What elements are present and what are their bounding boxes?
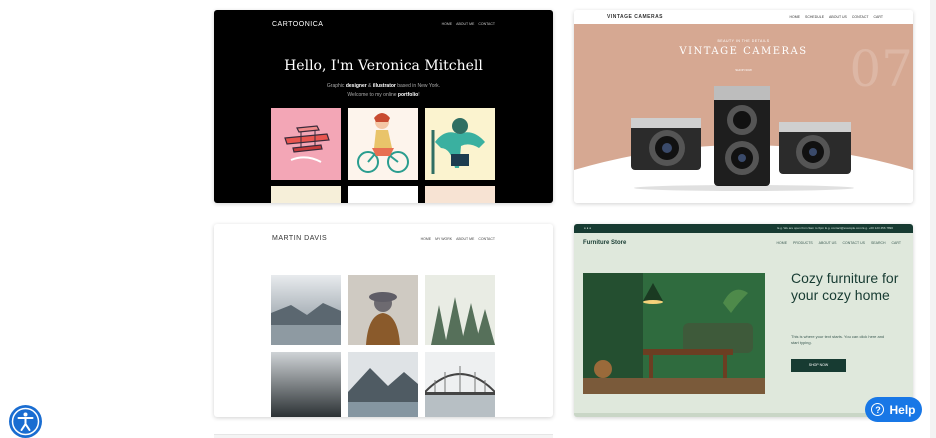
template-card-furniture-store[interactable]: ● ● ● E.g. We are open from 9am to 6pm E… bbox=[574, 224, 913, 417]
template-card-cartoonica[interactable]: CARTOONICA HOME ABOUT ME CONTACT Hello, … bbox=[214, 10, 553, 203]
bridge-photo bbox=[425, 352, 495, 417]
vintage-cameras-image bbox=[631, 86, 854, 191]
template-logo: MARTIN DAVIS bbox=[272, 235, 328, 242]
template-footer bbox=[574, 413, 913, 417]
template-logo: CARTOONICA bbox=[272, 21, 324, 28]
template-gallery: CARTOONICA HOME ABOUT ME CONTACT Hello, … bbox=[0, 0, 936, 438]
shop-now-button: SHOP NOW bbox=[791, 359, 846, 372]
dark-sea-photo bbox=[271, 352, 341, 417]
illustration-thumbnail bbox=[425, 186, 495, 203]
nav-item: HOME bbox=[789, 15, 800, 19]
template-logo: VINTAGE CAMERAS bbox=[607, 14, 664, 20]
nav-item: ABOUT US bbox=[818, 241, 837, 245]
template-tagline: Graphic designer & illustrator based in … bbox=[326, 83, 441, 89]
nav-item: HOME bbox=[441, 22, 453, 26]
template-card-vintage-cameras[interactable]: VINTAGE CAMERAS HOME SCHEDULE ABOUT US C… bbox=[574, 10, 913, 203]
nav-item: MY WORK bbox=[435, 237, 453, 241]
nav-item: PRODUCTS bbox=[793, 241, 813, 245]
help-button[interactable]: ? Help bbox=[865, 397, 922, 422]
shop-now-link: SHOP NOW bbox=[735, 68, 752, 72]
template-tagline: Welcome to my online portfolio! bbox=[347, 92, 420, 98]
template-card-next[interactable] bbox=[214, 434, 553, 438]
template-logo: Furniture Store bbox=[583, 240, 627, 246]
hero-title: VINTAGE CAMERAS bbox=[679, 46, 808, 57]
template-nav: HOME MY WORK ABOUT ME CONTACT bbox=[421, 237, 495, 241]
nav-item: CART bbox=[873, 15, 883, 19]
accessibility-icon bbox=[11, 407, 40, 436]
template-nav: HOME PRODUCTS ABOUT US CONTACT US SEARCH… bbox=[777, 241, 901, 245]
forest-fog-photo bbox=[425, 275, 495, 345]
nav-item: HOME bbox=[420, 237, 432, 241]
traveler-photo bbox=[348, 275, 418, 345]
strongman-illustration bbox=[425, 108, 495, 180]
question-icon: ? bbox=[871, 403, 885, 416]
nav-item: SCHEDULE bbox=[804, 15, 825, 19]
mountain-lake-photo bbox=[348, 352, 418, 417]
template-headline: Hello, I'm Veronica Mitchell bbox=[284, 58, 483, 74]
social-icons: ● ● ● bbox=[584, 226, 592, 230]
template-nav: HOME SCHEDULE ABOUT US CONTACT CART bbox=[789, 15, 883, 19]
nav-item: ABOUT US bbox=[829, 15, 847, 19]
cyclist-illustration bbox=[348, 108, 418, 180]
accessibility-button[interactable] bbox=[9, 405, 42, 438]
template-card-martin-davis[interactable]: MARTIN DAVIS HOME MY WORK ABOUT ME CONTA… bbox=[214, 224, 553, 417]
topbar-info: E.g. We are open from 9am to 6pm E.g. co… bbox=[777, 226, 893, 230]
nav-item: CONTACT bbox=[478, 22, 495, 26]
living-room-photo bbox=[583, 273, 765, 394]
nav-item: ABOUT ME bbox=[456, 237, 475, 241]
nav-item: CART bbox=[891, 241, 901, 245]
template-topbar: ● ● ● E.g. We are open from 9am to 6pm E… bbox=[574, 224, 913, 233]
misty-lake-photo bbox=[271, 275, 341, 345]
hero-eyebrow: BEAUTY IN THE DETAILS bbox=[717, 39, 770, 43]
airplane-illustration bbox=[271, 108, 341, 180]
help-label: Help bbox=[889, 402, 916, 417]
nav-item: HOME bbox=[776, 241, 788, 245]
nav-item: ABOUT ME bbox=[456, 22, 475, 26]
illustration-thumbnail bbox=[271, 186, 341, 203]
nav-item: CONTACT US bbox=[842, 241, 865, 245]
template-nav: HOME ABOUT ME CONTACT bbox=[442, 22, 495, 26]
illustration-thumbnail bbox=[348, 186, 418, 203]
nav-item: CONTACT bbox=[478, 237, 495, 241]
nav-item: CONTACT bbox=[851, 15, 869, 19]
nav-item: SEARCH bbox=[870, 241, 886, 245]
scrollbar[interactable] bbox=[930, 0, 936, 438]
hero-heading: Cozy furniture for your cozy home bbox=[791, 270, 899, 303]
hero-body: This is where your text starts. You can … bbox=[791, 334, 885, 345]
